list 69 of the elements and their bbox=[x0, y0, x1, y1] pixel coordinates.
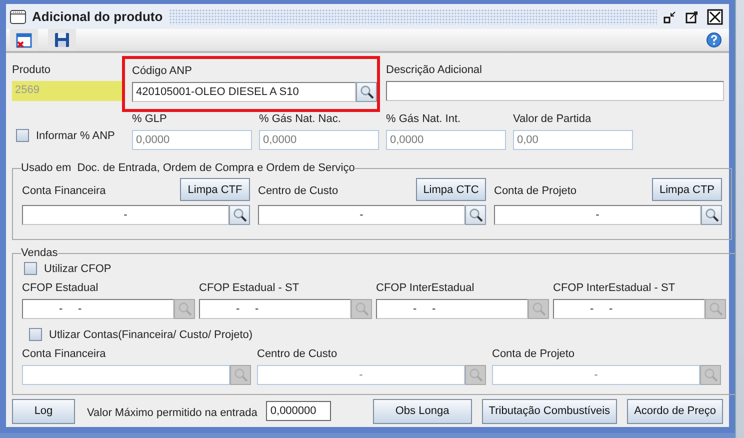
clear-button[interactable]: Limpa CTF bbox=[180, 178, 250, 201]
field-label: % Gás Nat. Int. bbox=[386, 112, 462, 127]
search-icon bbox=[704, 208, 718, 222]
save-button[interactable] bbox=[48, 29, 76, 51]
window-cancel-icon bbox=[16, 32, 32, 48]
help-icon bbox=[706, 32, 722, 48]
action-button[interactable]: Acordo de Preço bbox=[627, 398, 723, 424]
checkbox[interactable] bbox=[24, 262, 37, 275]
group-title: Usado em Doc. de Entrada, Ordem de Compra e Ordem de Serviço bbox=[21, 162, 355, 174]
input-field[interactable]: 0,0000 bbox=[259, 130, 379, 150]
field-label: Valor de Partida bbox=[513, 112, 592, 127]
search-button[interactable] bbox=[229, 205, 250, 225]
search-icon bbox=[468, 368, 482, 382]
field-label: CFOP InterEstadual - ST bbox=[553, 281, 676, 296]
input-field[interactable]: - bbox=[22, 205, 229, 225]
cancel-button[interactable] bbox=[10, 29, 38, 51]
field-label: Conta de Projeto bbox=[494, 184, 577, 199]
window-title: Adicional do produto bbox=[32, 9, 163, 24]
search-icon bbox=[232, 208, 246, 222]
checkbox[interactable] bbox=[29, 328, 42, 341]
field-label: % GLP bbox=[132, 112, 168, 127]
field-label: CFOP Estadual - ST bbox=[199, 281, 300, 296]
checkbox-label: Informar % ANP bbox=[36, 130, 115, 142]
search-icon bbox=[708, 302, 722, 316]
input-field[interactable]: 420105001-OLEO DIESEL A S10 bbox=[132, 82, 356, 102]
field-label: Produto bbox=[12, 63, 52, 78]
action-button[interactable]: Obs Longa bbox=[372, 398, 472, 424]
input-field[interactable]: 0,00 bbox=[513, 130, 633, 150]
input-field[interactable]: 0,000000 bbox=[266, 401, 332, 421]
field-label: CFOP Estadual bbox=[22, 281, 100, 296]
log-button[interactable]: Log bbox=[12, 398, 75, 424]
search-icon bbox=[360, 85, 374, 99]
checkbox-label: Utilizar CFOP bbox=[44, 262, 112, 274]
input-field[interactable]: - bbox=[258, 205, 465, 225]
close-icon bbox=[707, 8, 723, 24]
input-field[interactable] bbox=[22, 365, 230, 385]
save-icon bbox=[54, 32, 70, 48]
field-label: % Gás Nat. Nac. bbox=[259, 112, 342, 127]
group-title: Vendas bbox=[21, 247, 58, 259]
field-label: Código ANP bbox=[132, 64, 193, 79]
field-label: Descrição Adicional bbox=[386, 63, 483, 78]
search-icon bbox=[532, 302, 546, 316]
search-icon bbox=[354, 302, 368, 316]
search-icon bbox=[234, 368, 248, 382]
action-button[interactable]: Tributação Combustíveis bbox=[482, 398, 618, 424]
input-field[interactable] bbox=[386, 81, 724, 101]
field-label: Valor Máximo permitido na entrada bbox=[87, 407, 258, 419]
maximize-icon bbox=[685, 10, 699, 24]
field-label: Conta de Projeto bbox=[492, 347, 576, 362]
clear-button[interactable]: Limpa CTP bbox=[652, 178, 722, 201]
field-label: Conta Financeira bbox=[22, 347, 107, 362]
field-label: Conta Financeira bbox=[22, 184, 106, 199]
search-button[interactable] bbox=[701, 205, 722, 225]
search-icon bbox=[468, 208, 482, 222]
search-icon bbox=[704, 368, 718, 382]
input-field[interactable]: 0,0000 bbox=[132, 130, 252, 150]
field-label: CFOP InterEstadual bbox=[376, 281, 476, 296]
minimize-icon bbox=[663, 10, 677, 24]
checkbox-label: Utlizar Contas(Financeira/ Custo/ Projeto) bbox=[49, 328, 253, 340]
checkbox[interactable] bbox=[16, 129, 29, 142]
input-field[interactable]: 0,0000 bbox=[386, 130, 506, 150]
field-label: Centro de Custo bbox=[257, 347, 338, 362]
input-field[interactable]: - bbox=[494, 205, 701, 225]
window-icon bbox=[10, 10, 26, 24]
search-icon bbox=[178, 302, 192, 316]
clear-button[interactable]: Limpa CTC bbox=[416, 178, 486, 201]
search-button[interactable] bbox=[465, 205, 486, 225]
field-label: Centro de Custo bbox=[258, 184, 338, 199]
search-button[interactable] bbox=[356, 82, 377, 102]
